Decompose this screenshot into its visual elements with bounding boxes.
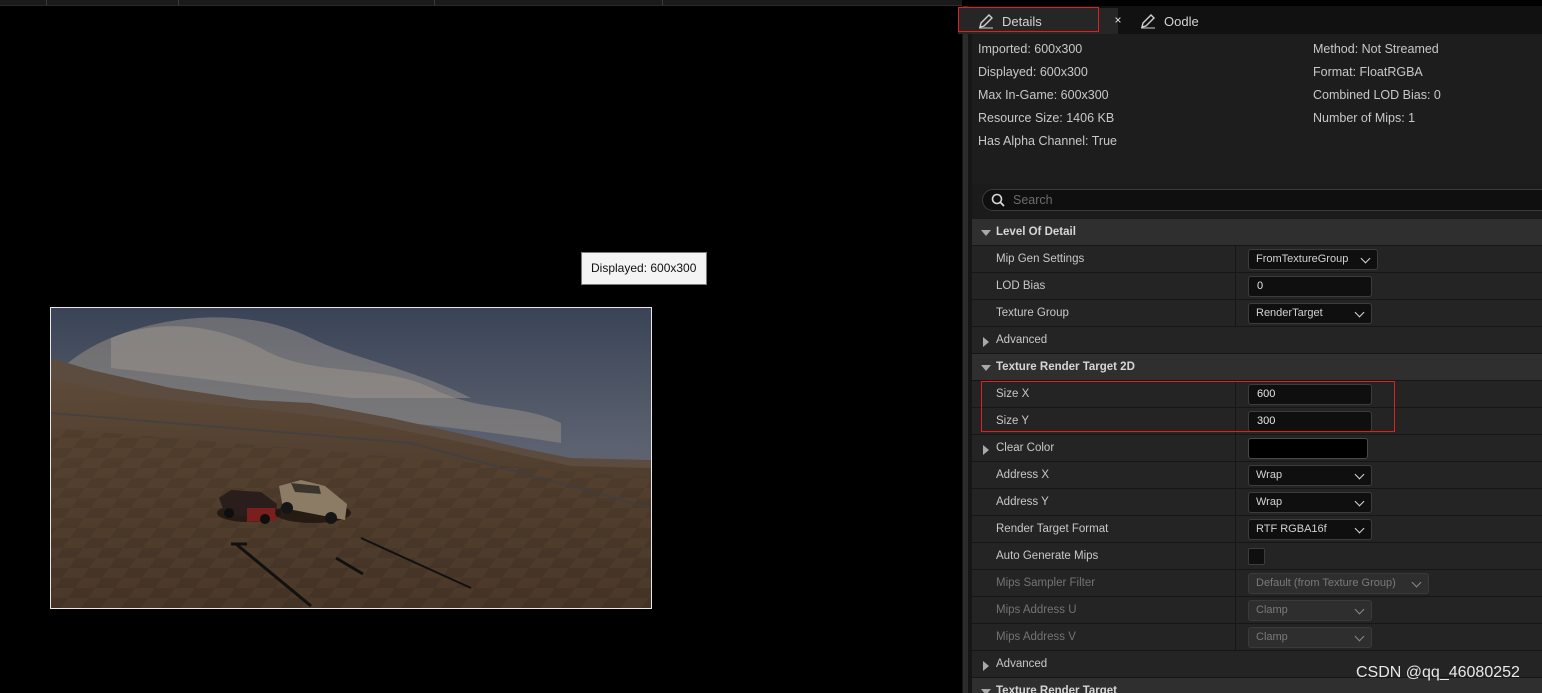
texture-info: Imported: 600x300 Displayed: 600x300 Max… [972,34,1542,184]
panel-splitter[interactable] [962,6,972,693]
info-lod-bias: Combined LOD Bias: 0 [1313,88,1441,102]
lod-bias-input[interactable]: 0 [1248,276,1372,297]
property-label: Clear Color [996,442,1055,454]
row-auto-generate-mips: Auto Generate Mips [972,543,1542,570]
property-label: Mips Address V [996,631,1076,643]
info-imported: Imported: 600x300 [978,42,1083,56]
chevron-down-icon [1354,631,1365,642]
collapse-arrow-icon [981,689,991,693]
row-address-x: Address X Wrap [972,462,1542,489]
render-target-format-dropdown[interactable]: RTF RGBA16f [1248,519,1372,540]
chevron-down-icon [1411,577,1422,588]
property-list: Level Of Detail Mip Gen Settings FromTex… [972,219,1542,693]
tab-oodle[interactable]: Oodle [1136,8,1246,34]
property-label: Auto Generate Mips [996,550,1099,562]
advanced-label: Advanced [996,334,1048,346]
watermark: CSDN @qq_46080252 [1356,664,1520,681]
address-y-dropdown[interactable]: Wrap [1248,492,1372,513]
mip-gen-settings-dropdown[interactable]: FromTextureGroup [1248,249,1378,270]
size-y-input[interactable]: 300 [1248,411,1372,432]
category-texture-render-target-2d[interactable]: Texture Render Target 2D [972,354,1542,381]
texture-preview-image [50,307,652,609]
property-label: Address X [996,469,1050,481]
collapse-arrow-icon [981,365,991,371]
category-label: Level Of Detail [996,226,1076,238]
row-texture-group: Texture Group RenderTarget [972,300,1542,327]
info-method: Method: Not Streamed [1313,42,1439,56]
chevron-down-icon [1354,523,1365,534]
row-render-target-format: Render Target Format RTF RGBA16f [972,516,1542,543]
chevron-down-icon [1354,469,1365,480]
info-displayed: Displayed: 600x300 [978,65,1088,79]
category-label: Texture Render Target [996,685,1117,693]
chevron-down-icon [1354,604,1365,615]
info-max-in-game: Max In-Game: 600x300 [978,88,1109,102]
property-label: Texture Group [996,307,1069,319]
property-label: Mips Address U [996,604,1077,616]
row-mip-gen-settings: Mip Gen Settings FromTextureGroup [972,246,1542,273]
auto-generate-mips-checkbox[interactable] [1248,548,1265,565]
row-mips-address-u: Mips Address U Clamp [972,597,1542,624]
search-box [982,189,1542,211]
texture-viewport[interactable]: Displayed: 600x300 [0,6,962,693]
info-resource-size: Resource Size: 1406 KB [978,111,1115,125]
row-mips-sampler-filter: Mips Sampler Filter Default (from Textur… [972,570,1542,597]
category-level-of-detail[interactable]: Level Of Detail [972,219,1542,246]
tab-oodle-label: Oodle [1164,13,1199,29]
mips-sampler-filter-dropdown[interactable]: Default (from Texture Group) [1248,573,1429,594]
expand-arrow-icon [983,661,989,671]
row-clear-color: Clear Color [972,435,1542,462]
row-address-y: Address Y Wrap [972,489,1542,516]
expand-arrow-icon[interactable] [983,445,989,455]
mips-address-v-dropdown[interactable]: Clamp [1248,627,1372,648]
chevron-down-icon [1360,253,1371,264]
clear-color-swatch[interactable] [1248,438,1368,459]
search-input[interactable] [1005,193,1505,207]
row-lod-bias: LOD Bias 0 [972,273,1542,300]
search-row [972,184,1542,219]
chevron-down-icon [1354,496,1365,507]
property-label: Size Y [996,415,1030,427]
collapse-arrow-icon [981,230,991,236]
texture-group-dropdown[interactable]: RenderTarget [1248,303,1372,324]
mips-address-u-dropdown[interactable]: Clamp [1248,600,1372,621]
expand-arrow-icon [983,337,989,347]
property-label: Mip Gen Settings [996,253,1085,265]
row-advanced-lod[interactable]: Advanced [972,327,1542,354]
details-tab-highlight [958,7,1099,32]
displayed-size-tooltip: Displayed: 600x300 [581,252,707,285]
address-x-dropdown[interactable]: Wrap [1248,465,1372,486]
info-num-mips: Number of Mips: 1 [1313,111,1416,125]
category-label: Texture Render Target 2D [996,361,1135,373]
close-icon[interactable]: × [1108,8,1128,32]
property-label: Size X [996,388,1030,400]
row-size-y: Size Y 300 [972,408,1542,435]
size-x-input[interactable]: 600 [1248,384,1372,405]
property-label: Render Target Format [996,523,1109,535]
chevron-down-icon [1354,307,1365,318]
row-mips-address-v: Mips Address V Clamp [972,624,1542,651]
row-size-x: Size X 600 [972,381,1542,408]
details-panel: Details × Oodle Imported: 600x300 Displa… [958,6,1542,693]
property-label: Mips Sampler Filter [996,577,1096,589]
info-format: Format: FloatRGBA [1313,65,1423,79]
search-icon [991,193,1005,207]
property-label: Address Y [996,496,1049,508]
advanced-label: Advanced [996,658,1048,670]
property-label: LOD Bias [996,280,1046,292]
pencil-icon [1141,14,1155,29]
info-has-alpha: Has Alpha Channel: True [978,134,1117,148]
